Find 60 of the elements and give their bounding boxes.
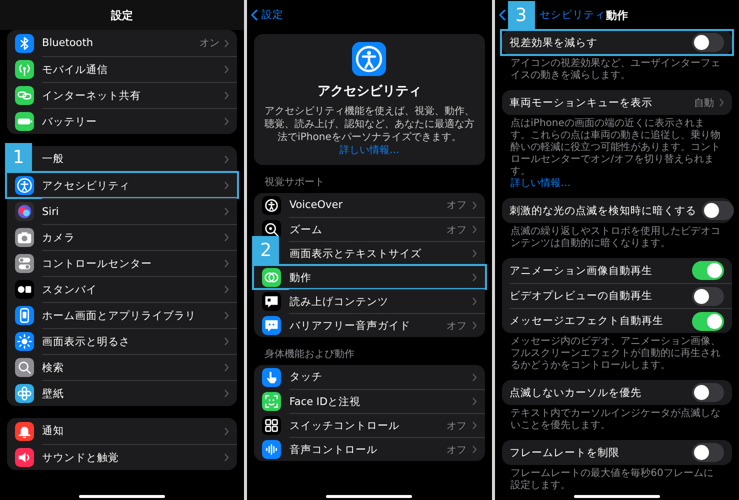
setting-label: 点滅しないカーソルを優先 (510, 386, 643, 400)
section-footer: 点はiPhoneの画面の端の近くに表示されます。これらの点は車両の動きに追従し、乗り物酔いの軽減に役立つ可能性があります。コントロールセンターでオン/オフを切り替えられます。 詳しい情報… (502, 115, 732, 190)
setting-label: インターネット共有 (42, 88, 142, 102)
setting-label: Bluetooth (42, 37, 94, 49)
setting-label: ズーム (289, 222, 324, 236)
setting-value: オフ (446, 199, 467, 212)
setting-value: オフ (446, 420, 467, 432)
setting-label: コントロールセンター (42, 256, 153, 270)
card-title: アクセシビリティ (317, 83, 422, 100)
setting-label: Face IDと注視 (289, 394, 362, 408)
setting-value: オフ (446, 320, 467, 332)
setting-value: オフ (446, 224, 467, 236)
setting-label: バリアフリー音声ガイド (289, 318, 412, 332)
learn-more-link[interactable]: 詳しい情報… (339, 145, 400, 156)
setting-value: 自動 (694, 96, 714, 110)
setting-label: バッテリー (42, 114, 98, 128)
setting-label: スイッチコントロール (289, 418, 400, 432)
setting-label: VoiceOver (289, 199, 344, 211)
setting-label: メッセージエフェクト自動再生 (510, 314, 665, 328)
section-footer: テキスト内でカーソルインジケータが点滅しないことを優先します。 (502, 405, 732, 432)
learn-more-link[interactable]: 詳しい情報… (510, 178, 571, 189)
setting-label: サウンドと触覚 (42, 450, 120, 464)
setting-label: アニメーション画像自動再生 (510, 264, 654, 278)
screen-title: 動作 (606, 8, 628, 22)
section-footer: フレームレートの最大値を毎秒60フレームに設定します。 (502, 465, 732, 492)
section-footer: メッセージ内のビデオ、アニメーション画像、フルスクリーンエフェクトが自動的に再生されるかどうかをコントロールします。 (502, 333, 732, 372)
setting-label: 通知 (42, 424, 65, 438)
setting-label: 検索 (42, 360, 65, 374)
setting-value: オン (199, 37, 220, 50)
back-button[interactable]: 設定 (261, 8, 284, 22)
setting-label: 刺激的な光の点滅を検知時に暗くする (510, 204, 697, 218)
setting-label: フレームレートを制限 (510, 446, 621, 460)
setting-label: ビデオプレビューの自動再生 (510, 289, 654, 303)
setting-label: Siri (42, 206, 60, 218)
card-description: アクセシビリティ機能を使えば、視覚、動作、聴覚、読み上げ、認知など、あなたに最適な方法でiPhoneをパーソナライズできます。 詳しい情報… (264, 105, 475, 157)
step-badge: 1 (5, 143, 32, 171)
step-badge: 3 (508, 1, 535, 29)
setting-label: 読み上げコンテンツ (289, 294, 390, 308)
section-footer: アイコンの視差効果など、ユーザインターフェイスの動きを減らします。 (502, 55, 732, 82)
setting-label: ホーム画面とアプリライブラリ (42, 308, 197, 322)
setting-label: タッチ (289, 370, 324, 384)
section-header: 身体機能および動作 (263, 348, 356, 362)
setting-label: スタンバイ (42, 282, 98, 296)
setting-label: 一般 (42, 152, 65, 166)
setting-label: 動作 (289, 270, 312, 284)
section-footer: 点滅の繰り返しやストロボを使用したビデオコンテンツは自動的に暗くなります。 (502, 223, 732, 250)
setting-label: 壁紙 (42, 386, 65, 400)
setting-label: 音声コントロール (289, 442, 378, 456)
setting-label: アクセシビリティ (42, 178, 131, 192)
setting-label: 視差効果を減らす (510, 36, 599, 50)
back-button[interactable]: セシビリティ (540, 8, 606, 22)
setting-label: モバイル通信 (42, 62, 109, 76)
setting-label: 画面表示と明るさ (42, 334, 131, 348)
setting-label: カメラ (42, 230, 76, 244)
setting-label: 画面表示とテキストサイズ (289, 246, 422, 260)
screen-title: 設定 (111, 8, 134, 22)
setting-label: 車両モーションキューを表示 (510, 96, 654, 110)
step-badge: 2 (252, 236, 280, 264)
section-header: 視覚サポート (263, 176, 326, 190)
setting-value: オフ (446, 444, 467, 456)
